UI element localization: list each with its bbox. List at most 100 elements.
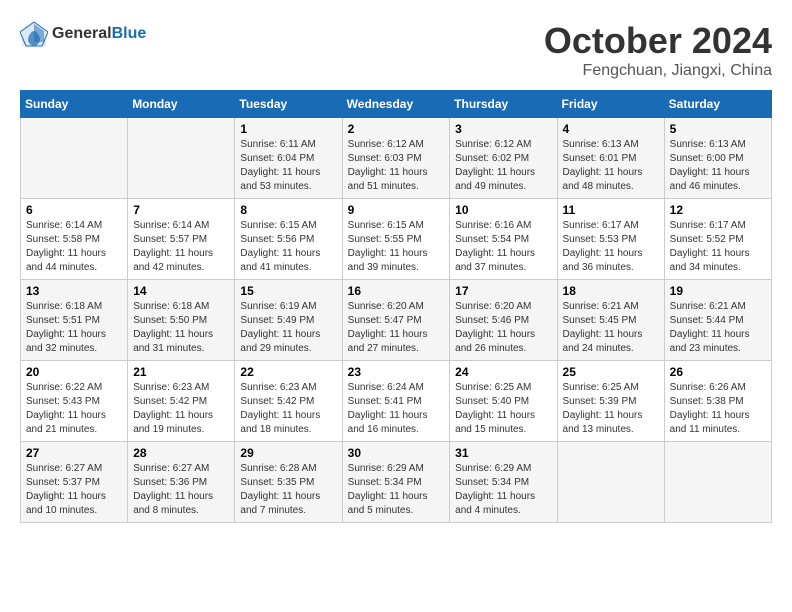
day-info: Sunrise: 6:20 AM Sunset: 5:47 PM Dayligh… — [348, 300, 445, 356]
calendar-table: SundayMondayTuesdayWednesdayThursdayFrid… — [20, 90, 772, 523]
weekday-header-tuesday: Tuesday — [235, 91, 342, 118]
day-info: Sunrise: 6:21 AM Sunset: 5:45 PM Dayligh… — [563, 300, 659, 356]
day-info: Sunrise: 6:16 AM Sunset: 5:54 PM Dayligh… — [455, 219, 551, 275]
day-number: 7 — [133, 203, 229, 217]
day-number: 27 — [26, 446, 122, 460]
day-info: Sunrise: 6:19 AM Sunset: 5:49 PM Dayligh… — [240, 300, 336, 356]
calendar-cell: 7 Sunrise: 6:14 AM Sunset: 5:57 PM Daylig… — [128, 199, 235, 280]
day-number: 23 — [348, 365, 445, 379]
day-number: 28 — [133, 446, 229, 460]
weekday-header-saturday: Saturday — [664, 91, 771, 118]
week-row-1: 1 Sunrise: 6:11 AM Sunset: 6:04 PM Daylig… — [21, 118, 772, 199]
calendar-cell: 9 Sunrise: 6:15 AM Sunset: 5:55 PM Daylig… — [342, 199, 450, 280]
week-row-2: 6 Sunrise: 6:14 AM Sunset: 5:58 PM Daylig… — [21, 199, 772, 280]
day-number: 12 — [670, 203, 766, 217]
weekday-header-row: SundayMondayTuesdayWednesdayThursdayFrid… — [21, 91, 772, 118]
calendar-cell: 23 Sunrise: 6:24 AM Sunset: 5:41 PM Dayli… — [342, 361, 450, 442]
day-info: Sunrise: 6:25 AM Sunset: 5:40 PM Dayligh… — [455, 381, 551, 437]
calendar-cell: 11 Sunrise: 6:17 AM Sunset: 5:53 PM Dayli… — [557, 199, 664, 280]
day-number: 19 — [670, 284, 766, 298]
day-number: 9 — [348, 203, 445, 217]
day-info: Sunrise: 6:17 AM Sunset: 5:53 PM Dayligh… — [563, 219, 659, 275]
calendar-cell: 25Sunrise: 6:25 AM Sunset: 5:39 PM Dayli… — [557, 361, 664, 442]
calendar-cell: 29Sunrise: 6:28 AM Sunset: 5:35 PM Dayli… — [235, 442, 342, 523]
calendar-cell: 22Sunrise: 6:23 AM Sunset: 5:42 PM Dayli… — [235, 361, 342, 442]
day-number: 10 — [455, 203, 551, 217]
day-number: 8 — [240, 203, 336, 217]
day-info: Sunrise: 6:18 AM Sunset: 5:50 PM Dayligh… — [133, 300, 229, 356]
calendar-cell — [557, 442, 664, 523]
calendar-cell: 17 Sunrise: 6:20 AM Sunset: 5:46 PM Dayli… — [450, 280, 557, 361]
day-info: Sunrise: 6:14 AM Sunset: 5:57 PM Dayligh… — [133, 219, 229, 275]
calendar-cell: 16 Sunrise: 6:20 AM Sunset: 5:47 PM Dayli… — [342, 280, 450, 361]
day-info: Sunrise: 6:14 AM Sunset: 5:58 PM Dayligh… — [26, 219, 122, 275]
day-number: 21 — [133, 365, 229, 379]
logo-text: GeneralBlue — [52, 25, 146, 43]
logo-general: General — [52, 25, 112, 42]
weekday-header-friday: Friday — [557, 91, 664, 118]
calendar-cell: 18 Sunrise: 6:21 AM Sunset: 5:45 PM Dayli… — [557, 280, 664, 361]
week-row-5: 27Sunrise: 6:27 AM Sunset: 5:37 PM Dayli… — [21, 442, 772, 523]
calendar-cell: 3 Sunrise: 6:12 AM Sunset: 6:02 PM Daylig… — [450, 118, 557, 199]
day-info: Sunrise: 6:20 AM Sunset: 5:46 PM Dayligh… — [455, 300, 551, 356]
day-number: 16 — [348, 284, 445, 298]
calendar-cell: 1 Sunrise: 6:11 AM Sunset: 6:04 PM Daylig… — [235, 118, 342, 199]
day-number: 11 — [563, 203, 659, 217]
calendar-cell — [21, 118, 128, 199]
day-info: Sunrise: 6:12 AM Sunset: 6:02 PM Dayligh… — [455, 138, 551, 194]
day-info: Sunrise: 6:13 AM Sunset: 6:00 PM Dayligh… — [670, 138, 766, 194]
day-info: Sunrise: 6:23 AM Sunset: 5:42 PM Dayligh… — [133, 381, 229, 437]
weekday-header-wednesday: Wednesday — [342, 91, 450, 118]
calendar-cell: 4Sunrise: 6:13 AM Sunset: 6:01 PM Daylig… — [557, 118, 664, 199]
logo-blue: Blue — [112, 25, 147, 42]
day-number: 18 — [563, 284, 659, 298]
day-info: Sunrise: 6:25 AM Sunset: 5:39 PM Dayligh… — [563, 381, 659, 437]
calendar-cell: 2 Sunrise: 6:12 AM Sunset: 6:03 PM Daylig… — [342, 118, 450, 199]
day-number: 3 — [455, 122, 551, 136]
weekday-header-sunday: Sunday — [21, 91, 128, 118]
calendar-cell: 8Sunrise: 6:15 AM Sunset: 5:56 PM Daylig… — [235, 199, 342, 280]
day-info: Sunrise: 6:29 AM Sunset: 5:34 PM Dayligh… — [455, 462, 551, 518]
day-number: 1 — [240, 122, 336, 136]
day-number: 30 — [348, 446, 445, 460]
day-number: 14 — [133, 284, 229, 298]
day-number: 26 — [670, 365, 766, 379]
day-info: Sunrise: 6:29 AM Sunset: 5:34 PM Dayligh… — [348, 462, 445, 518]
day-info: Sunrise: 6:22 AM Sunset: 5:43 PM Dayligh… — [26, 381, 122, 437]
calendar-cell: 27Sunrise: 6:27 AM Sunset: 5:37 PM Dayli… — [21, 442, 128, 523]
location-title: Fengchuan, Jiangxi, China — [544, 62, 772, 80]
day-number: 6 — [26, 203, 122, 217]
day-info: Sunrise: 6:26 AM Sunset: 5:38 PM Dayligh… — [670, 381, 766, 437]
day-info: Sunrise: 6:12 AM Sunset: 6:03 PM Dayligh… — [348, 138, 445, 194]
calendar-cell: 15 Sunrise: 6:19 AM Sunset: 5:49 PM Dayli… — [235, 280, 342, 361]
calendar-cell: 6 Sunrise: 6:14 AM Sunset: 5:58 PM Daylig… — [21, 199, 128, 280]
calendar-cell — [128, 118, 235, 199]
day-info: Sunrise: 6:17 AM Sunset: 5:52 PM Dayligh… — [670, 219, 766, 275]
calendar-cell: 13Sunrise: 6:18 AM Sunset: 5:51 PM Dayli… — [21, 280, 128, 361]
day-number: 2 — [348, 122, 445, 136]
calendar-cell: 10 Sunrise: 6:16 AM Sunset: 5:54 PM Dayli… — [450, 199, 557, 280]
calendar-cell: 21 Sunrise: 6:23 AM Sunset: 5:42 PM Dayli… — [128, 361, 235, 442]
calendar-cell: 19Sunrise: 6:21 AM Sunset: 5:44 PM Dayli… — [664, 280, 771, 361]
calendar-cell: 26 Sunrise: 6:26 AM Sunset: 5:38 PM Dayli… — [664, 361, 771, 442]
day-number: 24 — [455, 365, 551, 379]
day-number: 13 — [26, 284, 122, 298]
day-number: 17 — [455, 284, 551, 298]
calendar-cell: 30 Sunrise: 6:29 AM Sunset: 5:34 PM Dayli… — [342, 442, 450, 523]
day-number: 20 — [26, 365, 122, 379]
week-row-4: 20 Sunrise: 6:22 AM Sunset: 5:43 PM Dayli… — [21, 361, 772, 442]
day-number: 5 — [670, 122, 766, 136]
day-info: Sunrise: 6:23 AM Sunset: 5:42 PM Dayligh… — [240, 381, 336, 437]
calendar-cell: 31Sunrise: 6:29 AM Sunset: 5:34 PM Dayli… — [450, 442, 557, 523]
day-info: Sunrise: 6:28 AM Sunset: 5:35 PM Dayligh… — [240, 462, 336, 518]
day-info: Sunrise: 6:15 AM Sunset: 5:55 PM Dayligh… — [348, 219, 445, 275]
day-info: Sunrise: 6:11 AM Sunset: 6:04 PM Dayligh… — [240, 138, 336, 194]
calendar-cell: 12 Sunrise: 6:17 AM Sunset: 5:52 PM Dayli… — [664, 199, 771, 280]
weekday-header-thursday: Thursday — [450, 91, 557, 118]
calendar-cell: 24 Sunrise: 6:25 AM Sunset: 5:40 PM Dayli… — [450, 361, 557, 442]
calendar-cell: 20 Sunrise: 6:22 AM Sunset: 5:43 PM Dayli… — [21, 361, 128, 442]
day-info: Sunrise: 6:13 AM Sunset: 6:01 PM Dayligh… — [563, 138, 659, 194]
day-info: Sunrise: 6:24 AM Sunset: 5:41 PM Dayligh… — [348, 381, 445, 437]
week-row-3: 13Sunrise: 6:18 AM Sunset: 5:51 PM Dayli… — [21, 280, 772, 361]
day-number: 15 — [240, 284, 336, 298]
